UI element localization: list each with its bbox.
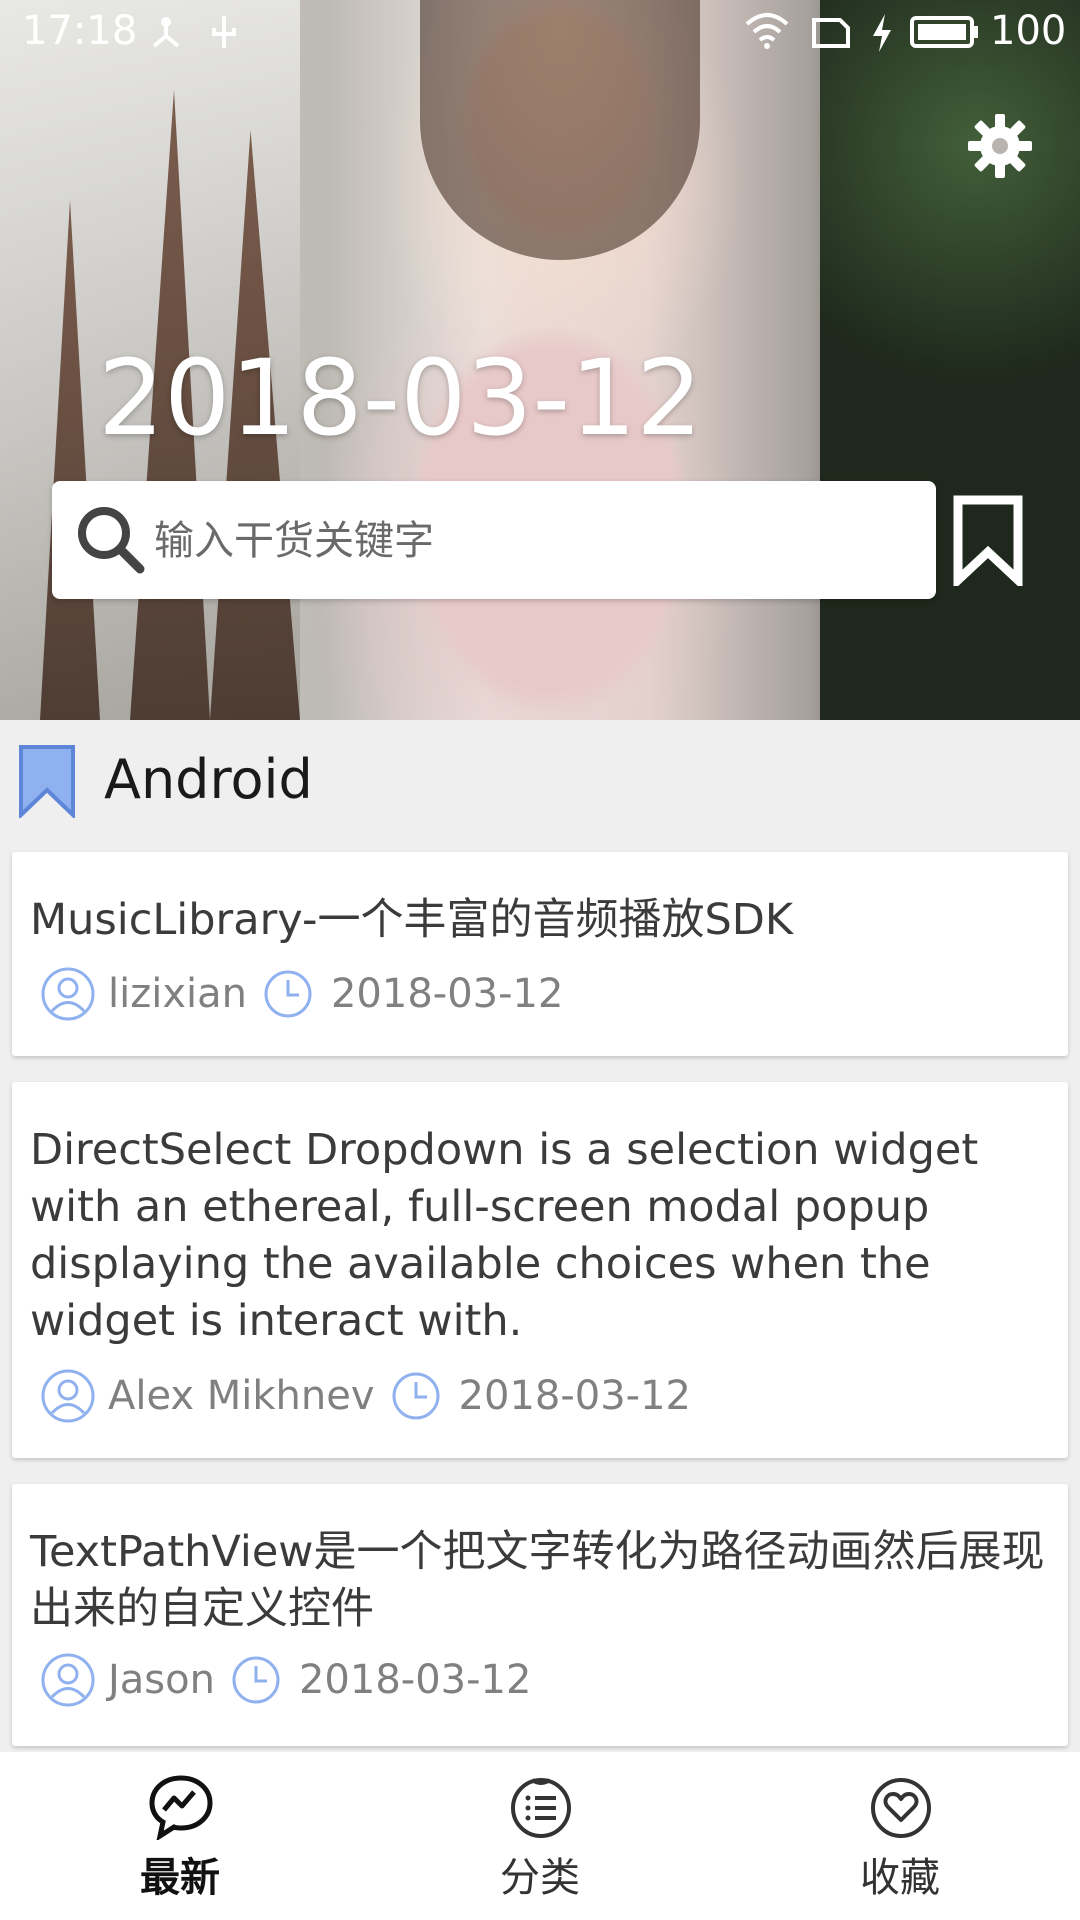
charging-icon	[873, 14, 891, 52]
user-icon	[41, 1369, 95, 1423]
status-bar: 17:18 100	[0, 0, 1080, 66]
search-input[interactable]	[152, 499, 916, 583]
article-card[interactable]: DirectSelect Dropdown is a selection wid…	[12, 1082, 1068, 1458]
background-plants	[820, 0, 1080, 720]
clock-icon	[392, 1372, 440, 1420]
header-date: 2018-03-12	[98, 337, 703, 459]
article-date: 2018-03-12	[330, 971, 564, 1017]
search-icon	[78, 507, 145, 574]
article-date: 2018-03-12	[298, 1657, 532, 1703]
category-header: Android	[0, 720, 1080, 850]
nav-tab-label: 收藏	[860, 1855, 940, 1901]
nav-tab-label: 最新	[140, 1855, 220, 1901]
nav-tab-latest[interactable]: 最新	[80, 1752, 280, 1920]
usb-icon	[212, 16, 236, 48]
article-author: Jason	[108, 1657, 215, 1703]
user-icon	[41, 967, 95, 1021]
trend-chat-icon	[149, 1775, 213, 1840]
article-card[interactable]: TextPathView是一个把文字转化为路径动画然后展现出来的自定义控件 Ja…	[12, 1484, 1068, 1746]
article-card[interactable]: MusicLibrary-一个丰富的音频播放SDK lizixian 2018-…	[12, 852, 1068, 1056]
article-date: 2018-03-12	[458, 1373, 692, 1419]
bottom-navigation: 最新 分类 收藏	[0, 1752, 1080, 1920]
clock-icon	[264, 970, 312, 1018]
category-bookmark-icon	[19, 745, 75, 818]
nav-tab-category[interactable]: 分类	[440, 1752, 640, 1920]
article-meta: Alex Mikhnev 2018-03-12	[40, 1366, 691, 1426]
article-author: lizixian	[108, 971, 247, 1017]
search-box[interactable]	[52, 481, 936, 599]
status-time: 17:18	[22, 8, 138, 54]
article-title: TextPathView是一个把文字转化为路径动画然后展现出来的自定义控件	[30, 1527, 1045, 1634]
clock-icon	[232, 1656, 280, 1704]
article-meta: lizixian 2018-03-12	[40, 964, 563, 1024]
heart-icon	[871, 1778, 931, 1838]
list-icon	[511, 1778, 571, 1838]
sim-icon	[812, 18, 850, 48]
battery-percent: 100	[990, 8, 1067, 54]
article-meta: Jason 2018-03-12	[40, 1650, 531, 1710]
article-title: DirectSelect Dropdown is a selection wid…	[30, 1125, 979, 1346]
user-icon	[41, 1653, 95, 1707]
nav-tab-label: 分类	[500, 1855, 580, 1901]
usb-debug-icon	[152, 17, 180, 48]
article-author: Alex Mikhnev	[108, 1373, 375, 1419]
bookmark-icon[interactable]	[950, 494, 1026, 586]
settings-gear-icon[interactable]	[966, 112, 1034, 180]
battery-icon	[910, 16, 978, 48]
wifi-icon	[745, 13, 789, 49]
category-title: Android	[104, 748, 313, 811]
header-banner: 17:18 100 2018-03-12 输入干货关键字	[0, 0, 1080, 720]
nav-tab-favorites[interactable]: 收藏	[800, 1752, 1000, 1920]
article-title: MusicLibrary-一个丰富的音频播放SDK	[30, 895, 794, 945]
